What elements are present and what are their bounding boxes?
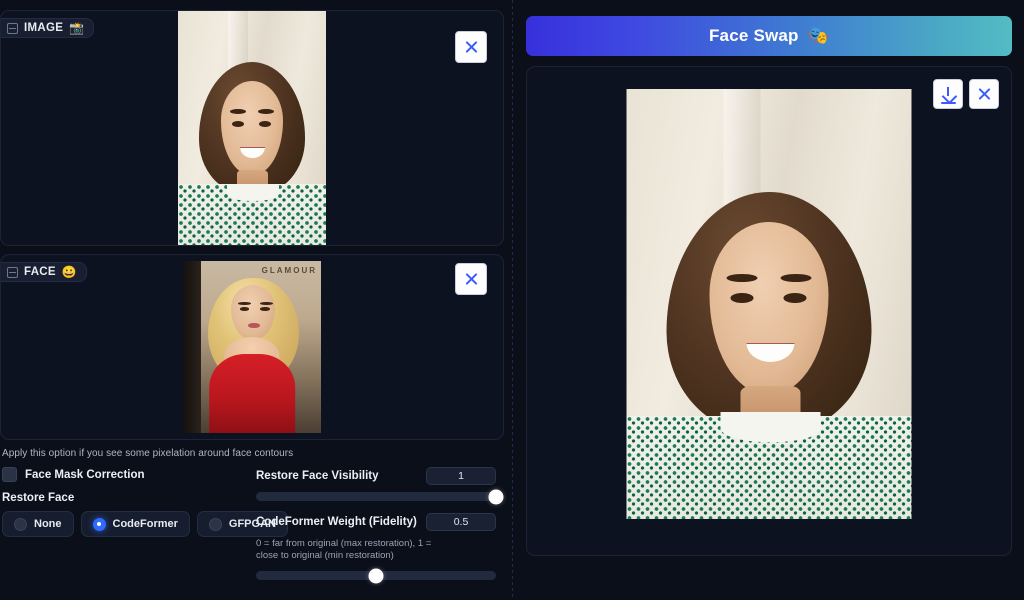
- face-zone-badge: FACE 😀: [1, 262, 88, 282]
- close-icon: [464, 40, 479, 55]
- image-dropzone[interactable]: IMAGE 📸: [0, 10, 504, 246]
- face-mask-correction-checkbox[interactable]: [2, 467, 17, 482]
- theater-masks-icon: 🎭: [807, 26, 830, 45]
- radio-icon: [208, 517, 222, 531]
- face-mask-hint: Apply this option if you see some pixela…: [2, 448, 294, 459]
- restore-face-visibility-knob[interactable]: [488, 489, 504, 504]
- photo-banner-text: GLAMOUR: [261, 266, 317, 276]
- close-result-button[interactable]: [969, 79, 999, 109]
- download-result-button[interactable]: [933, 79, 963, 109]
- close-icon: [464, 272, 479, 287]
- face-photo-dress: [209, 353, 295, 433]
- codeformer-weight-value[interactable]: 0.5: [426, 513, 496, 531]
- face-photo: GLAMOUR: [183, 261, 321, 433]
- face-mask-correction-row[interactable]: Face Mask Correction: [2, 467, 250, 482]
- slider-column: Restore Face Visibility 1 CodeFormer Wei…: [250, 467, 504, 592]
- result-photo-brow-left: [726, 273, 758, 283]
- codeformer-weight-knob[interactable]: [368, 568, 384, 584]
- controls-panel: Apply this option if you see some pixela…: [0, 440, 504, 600]
- image-placeholder-icon: [7, 266, 18, 278]
- face-photo-eye-left: [239, 307, 250, 311]
- codeformer-weight-slider[interactable]: [256, 568, 496, 584]
- face-swap-header: Face Swap 🎭: [526, 16, 1012, 56]
- restore-face-option-codeformer-label: CodeFormer: [112, 518, 178, 530]
- photo-eye-left: [232, 120, 244, 128]
- close-icon: [977, 87, 992, 102]
- result-photo: [626, 89, 912, 519]
- face-photo-brow-right: [260, 302, 273, 306]
- image-zone-label: IMAGE: [24, 22, 64, 34]
- image-placeholder-icon: [7, 22, 18, 34]
- restore-face-column: Face Mask Correction Restore Face None C…: [0, 467, 288, 592]
- result-image[interactable]: [626, 89, 912, 519]
- left-panel: IMAGE 📸 FACE 😀 GLAMOUR Apply this option…: [0, 0, 512, 600]
- restore-face-visibility-block: Restore Face Visibility 1: [256, 467, 504, 504]
- restore-face-option-none-label: None: [34, 518, 62, 530]
- camera-icon: 📸: [69, 21, 85, 35]
- restore-face-option-none[interactable]: None: [2, 511, 74, 537]
- source-photo: [178, 11, 326, 245]
- face-zone-label: FACE: [24, 266, 56, 278]
- restore-face-visibility-slider[interactable]: [256, 489, 504, 504]
- result-panel-container: Face Swap 🎭: [512, 0, 1024, 600]
- remove-face-button[interactable]: [455, 263, 487, 295]
- face-swap-app: IMAGE 📸 FACE 😀 GLAMOUR Apply this option…: [0, 0, 1024, 600]
- result-image-panel: [526, 66, 1012, 556]
- result-photo-brow-right: [780, 273, 812, 283]
- result-photo-collar: [720, 411, 821, 442]
- result-photo-eye-right: [783, 293, 807, 304]
- codeformer-weight-description: 0 = far from original (max restoration),…: [256, 538, 432, 562]
- source-image-thumbnail[interactable]: [178, 11, 326, 245]
- restore-face-option-codeformer[interactable]: CodeFormer: [80, 511, 190, 537]
- face-swap-title: Face Swap: [708, 26, 799, 45]
- restore-face-visibility-value[interactable]: 1: [426, 467, 496, 485]
- remove-image-button[interactable]: [455, 31, 487, 63]
- face-photo-lips: [247, 322, 261, 329]
- restore-face-label: Restore Face: [2, 492, 75, 504]
- radio-icon: [14, 517, 27, 531]
- download-icon: [940, 86, 956, 104]
- face-photo-brow-left: [238, 302, 251, 306]
- face-image-thumbnail[interactable]: GLAMOUR: [183, 261, 321, 433]
- face-dropzone[interactable]: FACE 😀 GLAMOUR: [0, 254, 504, 440]
- face-mask-correction-label: Face Mask Correction: [25, 468, 145, 481]
- result-actions: [933, 79, 999, 109]
- restore-face-visibility-label: Restore Face Visibility: [256, 470, 379, 482]
- result-photo-eye-left: [730, 293, 754, 304]
- restore-face-radio-group: None CodeFormer GFPGAN: [2, 511, 288, 537]
- image-zone-badge: IMAGE 📸: [1, 18, 95, 38]
- photo-collar: [226, 184, 279, 201]
- face-photo-eye-right: [260, 307, 270, 311]
- codeformer-weight-block: CodeFormer Weight (Fidelity) 0.5 0 = far…: [256, 513, 496, 584]
- radio-icon: [92, 517, 106, 531]
- smiley-icon: 😀: [61, 265, 78, 279]
- codeformer-weight-label: CodeFormer Weight (Fidelity): [256, 516, 417, 528]
